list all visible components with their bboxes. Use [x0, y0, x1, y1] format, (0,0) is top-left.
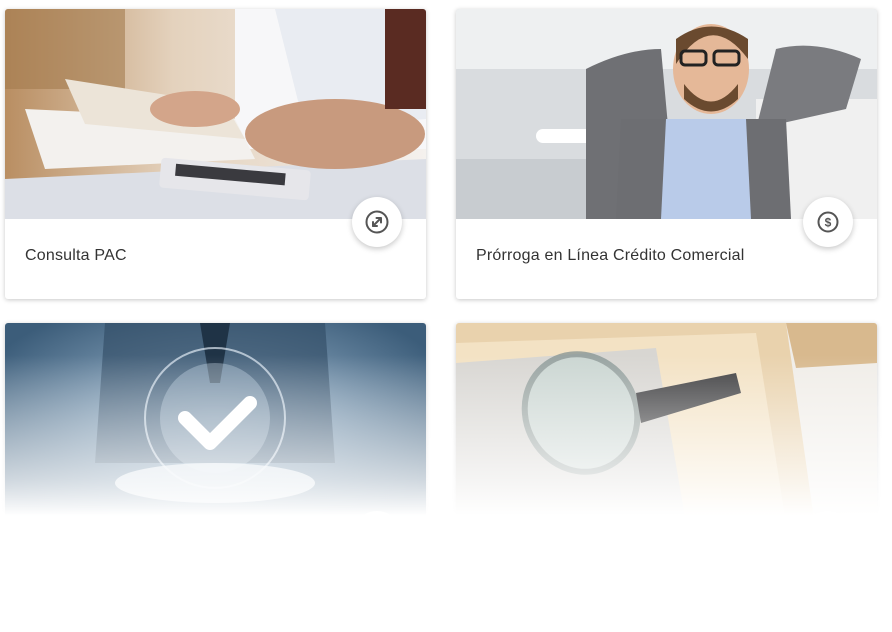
exchange-icon: [365, 210, 389, 234]
exchange-icon-button[interactable]: [352, 197, 402, 247]
service-card-4[interactable]: [456, 323, 877, 613]
document-icon: [820, 525, 837, 547]
document-icon: [369, 525, 386, 547]
document-icon-button[interactable]: [352, 511, 402, 561]
dollar-icon-button[interactable]: $: [803, 197, 853, 247]
svg-text:$: $: [825, 216, 832, 230]
card-title: Prórroga en Línea Crédito Comercial: [476, 247, 745, 264]
relaxed-man-photo: [456, 9, 877, 219]
calculator-papers-photo: [5, 9, 426, 219]
service-card-prorroga[interactable]: $ Prórroga en Línea Crédito Comercial: [456, 9, 877, 299]
businessman-check-hologram-photo: [5, 323, 426, 533]
service-card-consulta-pac[interactable]: Consulta PAC: [5, 9, 426, 299]
dollar-icon: $: [817, 211, 839, 233]
magnifier-folders-photo: [456, 323, 877, 533]
document-icon-button[interactable]: [803, 511, 853, 561]
service-card-3[interactable]: [5, 323, 426, 613]
card-title: Consulta PAC: [25, 247, 127, 264]
